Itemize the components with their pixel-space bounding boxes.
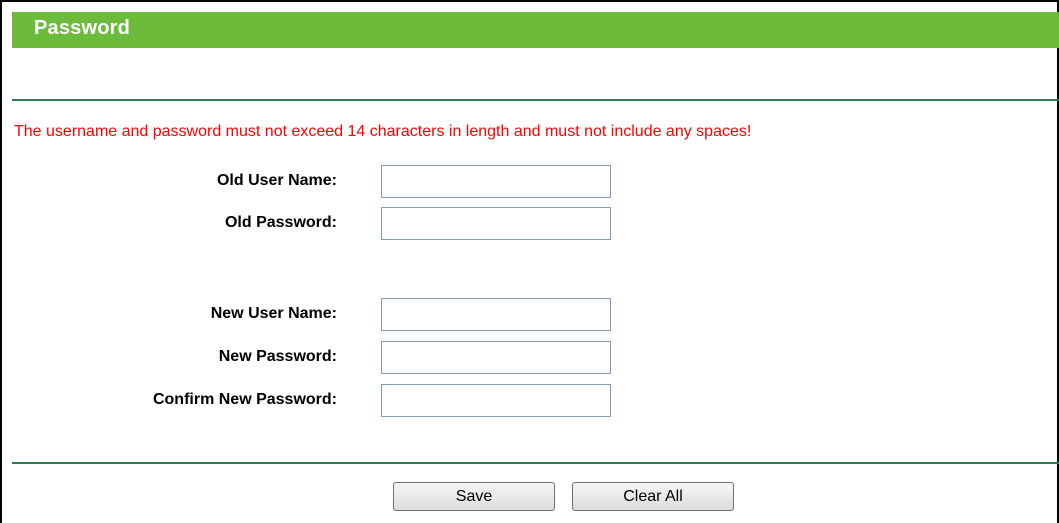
- new-user-name-label: New User Name:: [210, 305, 337, 322]
- password-panel: Password The username and password must …: [0, 0, 1059, 523]
- new-password-label: New Password:: [218, 348, 337, 365]
- new-user-name-input[interactable]: [381, 298, 611, 331]
- old-password-input[interactable]: [381, 207, 611, 240]
- old-password-label: Old Password:: [224, 214, 337, 231]
- title-bar: Password: [12, 12, 1059, 48]
- bottom-divider: [12, 462, 1059, 464]
- clear-all-button[interactable]: Clear All: [572, 482, 734, 511]
- top-divider: [12, 99, 1059, 101]
- new-password-input[interactable]: [381, 341, 611, 374]
- page-title: Password: [34, 17, 131, 39]
- confirm-new-password-input[interactable]: [381, 384, 611, 417]
- old-user-name-label: Old User Name:: [216, 172, 337, 189]
- confirm-new-password-label: Confirm New Password:: [152, 391, 337, 408]
- save-button[interactable]: Save: [393, 482, 555, 511]
- old-user-name-input[interactable]: [381, 165, 611, 198]
- warning-message: The username and password must not excee…: [14, 123, 752, 140]
